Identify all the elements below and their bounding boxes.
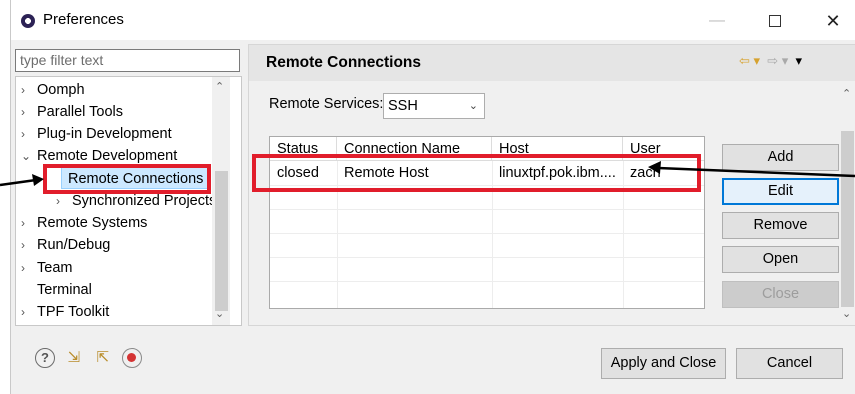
filter-input[interactable]: type filter text: [15, 49, 240, 72]
tree-item-label: Parallel Tools: [37, 104, 123, 120]
highlight-box-tree: [43, 164, 211, 194]
apply-and-close-button[interactable]: Apply and Close: [601, 348, 726, 379]
close-connection-button: Close: [722, 281, 839, 308]
chevron-right-icon[interactable]: ›: [21, 79, 37, 101]
grid-line: [270, 257, 704, 258]
remote-services-label: Remote Services:: [269, 96, 384, 112]
tree-item-label: Remote Development: [37, 148, 178, 164]
tree-item-plug-in-development[interactable]: › Plug-in Development: [21, 123, 172, 145]
preferences-tree: › Oomph › Parallel Tools › Plug-in Developm…: [15, 76, 242, 326]
close-window-button[interactable]: ✕: [810, 6, 855, 36]
view-menu-icon[interactable]: ▾: [792, 53, 803, 68]
preferences-window: Preferences — ✕ type filter text › Oomph …: [10, 0, 855, 394]
back-arrow-icon[interactable]: ⇦ ▾: [739, 53, 760, 68]
maximize-button[interactable]: [752, 6, 798, 36]
tree-item-terminal[interactable]: Terminal: [37, 279, 92, 301]
minimize-button[interactable]: —: [694, 6, 740, 36]
page-scroll-thumb[interactable]: [841, 131, 854, 307]
tree-item-team[interactable]: › Team: [21, 257, 72, 279]
title-bar: Preferences — ✕: [11, 0, 855, 40]
remove-button[interactable]: Remove: [722, 212, 839, 239]
chevron-right-icon[interactable]: ›: [21, 257, 37, 279]
edit-button[interactable]: Edit: [722, 178, 839, 205]
grid-line: [270, 209, 704, 210]
tree-item-label: Team: [37, 260, 73, 276]
chevron-right-icon[interactable]: ›: [21, 212, 37, 234]
export-icon[interactable]: ⇱: [93, 348, 113, 368]
tree-item-remote-systems[interactable]: › Remote Systems: [21, 212, 147, 234]
remote-services-value: SSH: [388, 98, 418, 114]
open-button[interactable]: Open: [722, 246, 839, 273]
tree-item-label: Plug-in Development: [37, 126, 172, 142]
page-title: Remote Connections: [266, 54, 422, 71]
remote-services-dropdown[interactable]: SSH ⌄: [383, 93, 485, 119]
scroll-down-icon[interactable]: ⌄: [842, 307, 851, 320]
chevron-down-icon: ⌄: [468, 100, 478, 112]
cancel-button[interactable]: Cancel: [736, 348, 843, 379]
page-header: Remote Connections ⇦ ▾ ⇨ ▾ ▾: [249, 45, 855, 81]
page-scrollbar[interactable]: ⌃ ⌄: [839, 81, 855, 325]
chevron-right-icon[interactable]: ›: [21, 101, 37, 123]
help-icon[interactable]: ?: [35, 348, 55, 368]
eclipse-icon: [21, 14, 35, 28]
highlight-box-row: [252, 154, 701, 192]
tree-item-label: Run/Debug: [37, 237, 111, 253]
tree-item-label: Synchronized Projects: [72, 193, 217, 209]
tree-item-tpf-toolkit[interactable]: › TPF Toolkit: [21, 301, 109, 323]
grid-line: [270, 281, 704, 282]
history-nav: ⇦ ▾ ⇨ ▾ ▾: [739, 53, 802, 69]
tree-item-label: TPF Toolkit: [37, 304, 110, 320]
scroll-up-icon[interactable]: ⌃: [215, 80, 224, 93]
tree-item-parallel-tools[interactable]: › Parallel Tools: [21, 101, 123, 123]
chevron-down-icon[interactable]: ⌄: [21, 145, 37, 167]
chevron-right-icon[interactable]: ›: [21, 123, 37, 145]
bottom-toolbar: ? ⇲ ⇱: [35, 348, 147, 368]
tree-scrollbar[interactable]: ⌃ ⌄: [212, 77, 230, 325]
tree-item-label: Oomph: [37, 82, 85, 98]
import-icon[interactable]: ⇲: [64, 348, 84, 368]
tree-item-label: Terminal: [37, 282, 92, 298]
chevron-right-icon[interactable]: ›: [21, 234, 37, 256]
forward-arrow-icon[interactable]: ⇨ ▾: [764, 53, 788, 68]
tree-item-oomph[interactable]: › Oomph: [21, 79, 85, 101]
scroll-up-icon[interactable]: ⌃: [842, 87, 851, 100]
chevron-right-icon[interactable]: ›: [21, 301, 37, 323]
scroll-down-icon[interactable]: ⌄: [215, 307, 224, 320]
grid-line: [270, 233, 704, 234]
window-title: Preferences: [43, 11, 124, 28]
tree-item-run-debug[interactable]: › Run/Debug: [21, 234, 110, 256]
tree-scroll-thumb[interactable]: [215, 171, 228, 311]
add-button[interactable]: Add: [722, 144, 839, 171]
maximize-icon: [769, 14, 781, 27]
tree-item-label: Remote Systems: [37, 215, 148, 231]
record-icon[interactable]: [121, 348, 142, 368]
